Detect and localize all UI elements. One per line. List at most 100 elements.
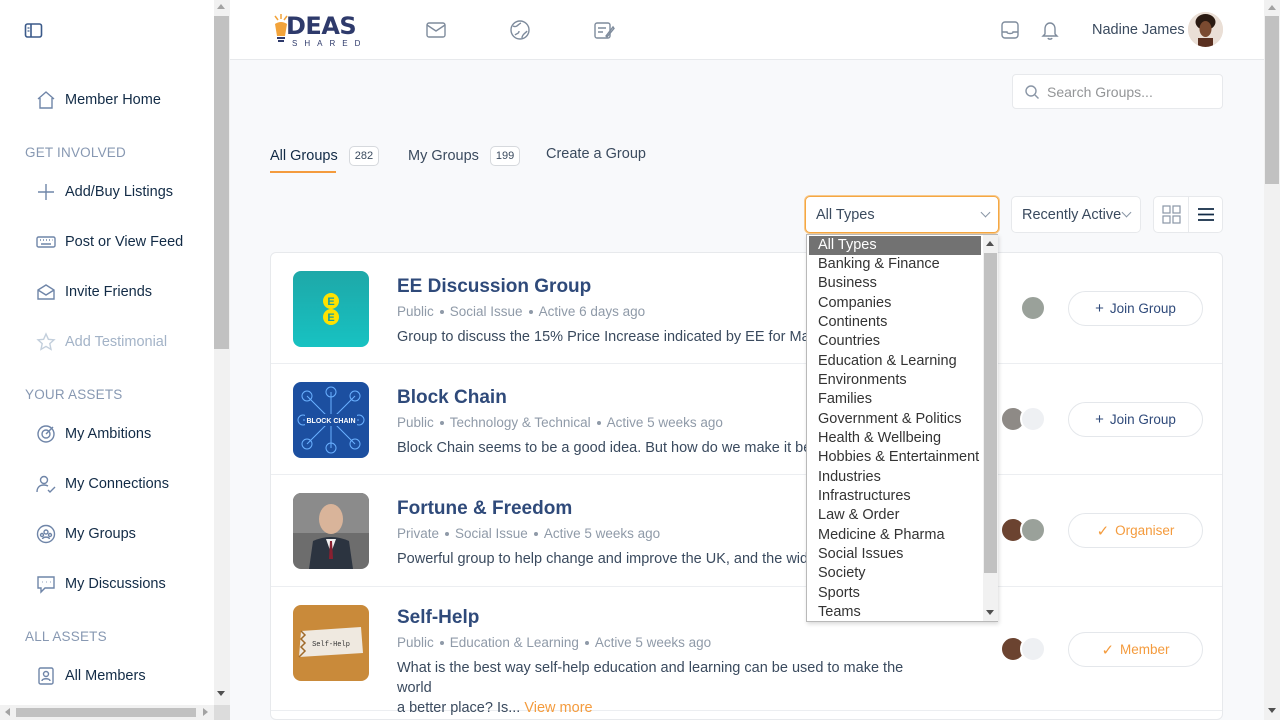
- scrollbar-corner: [214, 705, 230, 720]
- user-avatar[interactable]: [1188, 12, 1223, 47]
- scroll-left-icon[interactable]: [5, 708, 10, 716]
- dropdown-option[interactable]: Continents: [809, 313, 981, 332]
- button-label: Join Group: [1109, 301, 1176, 316]
- group-image[interactable]: [293, 493, 369, 569]
- site-logo[interactable]: DEAS SHARED: [272, 12, 364, 48]
- join-group-button[interactable]: + Join Group: [1068, 291, 1203, 326]
- dropdown-option[interactable]: Government & Politics: [809, 410, 981, 429]
- dropdown-option[interactable]: Sports: [809, 584, 981, 603]
- dropdown-scroll-down-icon[interactable]: [986, 610, 994, 615]
- dropdown-option[interactable]: Social Issues: [809, 545, 981, 564]
- dropdown-option[interactable]: Society: [809, 564, 981, 583]
- user-name[interactable]: Nadine James: [1092, 22, 1185, 38]
- dropdown-option[interactable]: Business: [809, 274, 981, 293]
- group-type-select[interactable]: All Types: [805, 196, 999, 233]
- sidebar-item-my-discussions[interactable]: My Discussions: [35, 572, 166, 596]
- group-title[interactable]: Block Chain: [397, 387, 507, 409]
- order-by-select[interactable]: Recently Active: [1011, 196, 1141, 233]
- member-avatar[interactable]: [1020, 295, 1046, 321]
- group-type: Technology & Technical: [449, 415, 591, 430]
- sidebar-horizontal-scrollbar-thumb[interactable]: [16, 708, 196, 717]
- scroll-right-icon[interactable]: [203, 708, 208, 716]
- main-scrollbar-thumb[interactable]: [1265, 16, 1279, 184]
- messages-icon[interactable]: [425, 19, 447, 41]
- sidebar-item-invite-friends[interactable]: Invite Friends: [35, 280, 152, 304]
- dropdown-option[interactable]: Teams: [809, 603, 981, 622]
- chat-icon: [35, 573, 57, 595]
- main-scroll-up-icon[interactable]: [1268, 5, 1276, 10]
- sidebar-item-my-connections[interactable]: My Connections: [35, 472, 169, 496]
- sidebar-item-add-buy-listings[interactable]: Add/Buy Listings: [35, 180, 173, 204]
- dropdown-option[interactable]: Medicine & Pharma: [809, 526, 981, 545]
- dropdown-option[interactable]: Education & Learning: [809, 352, 981, 371]
- list-view-icon[interactable]: [1197, 207, 1215, 222]
- group-activity: Active 6 days ago: [538, 304, 646, 319]
- member-avatar[interactable]: [1020, 517, 1046, 543]
- dropdown-option[interactable]: Health & Wellbeing: [809, 429, 981, 448]
- dropdown-option[interactable]: Families: [809, 390, 981, 409]
- member-avatar-placeholder[interactable]: [1020, 636, 1046, 662]
- active-tab-indicator: [270, 171, 336, 173]
- group-image[interactable]: E E: [293, 271, 369, 347]
- join-group-button[interactable]: + Join Group: [1068, 402, 1203, 437]
- sidebar-scroll-up-icon[interactable]: [217, 4, 225, 9]
- tab-label: Create a Group: [546, 146, 646, 162]
- group-title[interactable]: Fortune & Freedom: [397, 498, 572, 520]
- bell-icon[interactable]: [1039, 19, 1061, 41]
- group-title[interactable]: Self-Help: [397, 607, 479, 629]
- grid-view-icon[interactable]: [1162, 205, 1181, 224]
- separator-dot: [533, 531, 538, 536]
- sidebar-toggle-icon[interactable]: [24, 22, 44, 40]
- sidebar-item-post-view-feed[interactable]: Post or View Feed: [35, 230, 183, 254]
- group-description: What is the best way self-help education…: [397, 658, 937, 718]
- plus-icon: +: [1095, 300, 1104, 317]
- dropdown-option[interactable]: Banking & Finance: [809, 255, 981, 274]
- search-input[interactable]: [1047, 82, 1217, 102]
- member-avatar-placeholder[interactable]: [1020, 406, 1046, 432]
- dropdown-option[interactable]: Countries: [809, 332, 981, 351]
- group-image[interactable]: BLOCK CHAIN: [293, 382, 369, 458]
- dropdown-option[interactable]: Companies: [809, 294, 981, 313]
- view-toggle: [1153, 196, 1223, 233]
- dropdown-option[interactable]: Industries: [809, 468, 981, 487]
- search-groups-box[interactable]: [1012, 74, 1223, 109]
- sidebar-item-my-groups[interactable]: My Groups: [35, 522, 136, 546]
- order-by-selected-value: Recently Active: [1022, 207, 1122, 223]
- group-type-selected-value: All Types: [816, 207, 875, 223]
- notes-edit-icon[interactable]: [593, 19, 615, 41]
- dropdown-option[interactable]: Environments: [809, 371, 981, 390]
- group-image[interactable]: Self-Help: [293, 605, 369, 681]
- view-more-link[interactable]: View more: [524, 700, 592, 716]
- sidebar-scrollbar-thumb[interactable]: [214, 16, 229, 349]
- dropdown-option[interactable]: Law & Order: [809, 506, 981, 525]
- plus-icon: +: [1095, 411, 1104, 428]
- inbox-icon[interactable]: [999, 19, 1021, 41]
- tab-create-group[interactable]: Create a Group: [546, 146, 646, 162]
- separator-dot: [439, 420, 444, 425]
- globe-icon[interactable]: [509, 19, 531, 41]
- group-image-text: Self-Help: [312, 641, 350, 649]
- main-scroll-down-icon[interactable]: [1268, 708, 1276, 713]
- group-type-dropdown-list[interactable]: All Types Banking & Finance Business Com…: [806, 234, 998, 622]
- sidebar-item-all-members[interactable]: All Members: [35, 664, 146, 688]
- sidebar-item-add-testimonial[interactable]: Add Testimonial: [35, 330, 167, 354]
- group-title[interactable]: EE Discussion Group: [397, 276, 591, 298]
- dropdown-scroll-up-icon[interactable]: [986, 241, 994, 246]
- dropdown-option[interactable]: All Types: [809, 236, 981, 255]
- group-row: Self-Help Self-Help Public Education & L…: [271, 587, 1222, 716]
- member-button[interactable]: ✓ Member: [1068, 632, 1203, 667]
- button-label: Organiser: [1115, 523, 1175, 538]
- target-icon: [35, 423, 57, 445]
- separator-dot: [596, 420, 601, 425]
- sidebar-heading-all-assets: ALL ASSETS: [25, 629, 107, 644]
- dropdown-option[interactable]: Infrastructures: [809, 487, 981, 506]
- sidebar-item-member-home[interactable]: Member Home: [35, 88, 161, 112]
- dropdown-option[interactable]: Hobbies & Entertainment: [809, 448, 981, 467]
- svg-text:E: E: [327, 296, 334, 308]
- dropdown-scrollbar-thumb[interactable]: [984, 253, 997, 573]
- sidebar-scroll-down-icon[interactable]: [217, 691, 225, 696]
- tab-all-groups[interactable]: All Groups 282: [270, 146, 380, 166]
- tab-my-groups[interactable]: My Groups 199: [408, 146, 521, 166]
- sidebar-item-my-ambitions[interactable]: My Ambitions: [35, 422, 151, 446]
- organiser-button[interactable]: ✓ Organiser: [1068, 513, 1203, 548]
